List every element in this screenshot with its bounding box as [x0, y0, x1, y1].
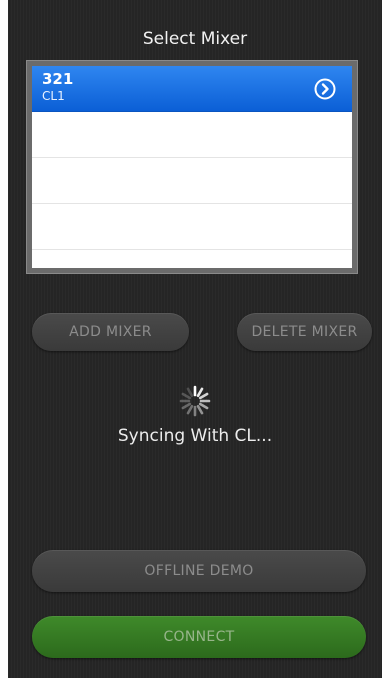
mixer-select-screen: Select Mixer 321 CL1 ADD MIXER DELETE MI…	[8, 0, 382, 678]
page-title: Select Mixer	[142, 29, 248, 49]
loading-spinner-icon	[179, 385, 211, 417]
mixer-list-item-empty[interactable]	[32, 112, 352, 158]
mixer-model: CL1	[42, 89, 65, 103]
add-mixer-button[interactable]: ADD MIXER	[32, 313, 189, 351]
connect-button[interactable]: CONNECT	[32, 616, 366, 658]
mixer-list-item-empty[interactable]	[32, 158, 352, 204]
sync-status-text: Syncing With CL...	[117, 426, 273, 446]
delete-mixer-button[interactable]: DELETE MIXER	[237, 313, 372, 351]
mixer-list-frame: 321 CL1	[26, 60, 358, 274]
offline-demo-button[interactable]: OFFLINE DEMO	[32, 550, 366, 592]
chevron-circle-right-icon[interactable]	[314, 78, 336, 100]
mixer-list-item-selected[interactable]: 321 CL1	[32, 66, 352, 112]
mixer-list[interactable]: 321 CL1	[32, 66, 352, 268]
mixer-name: 321	[42, 70, 74, 88]
mixer-list-item-empty[interactable]	[32, 204, 352, 250]
